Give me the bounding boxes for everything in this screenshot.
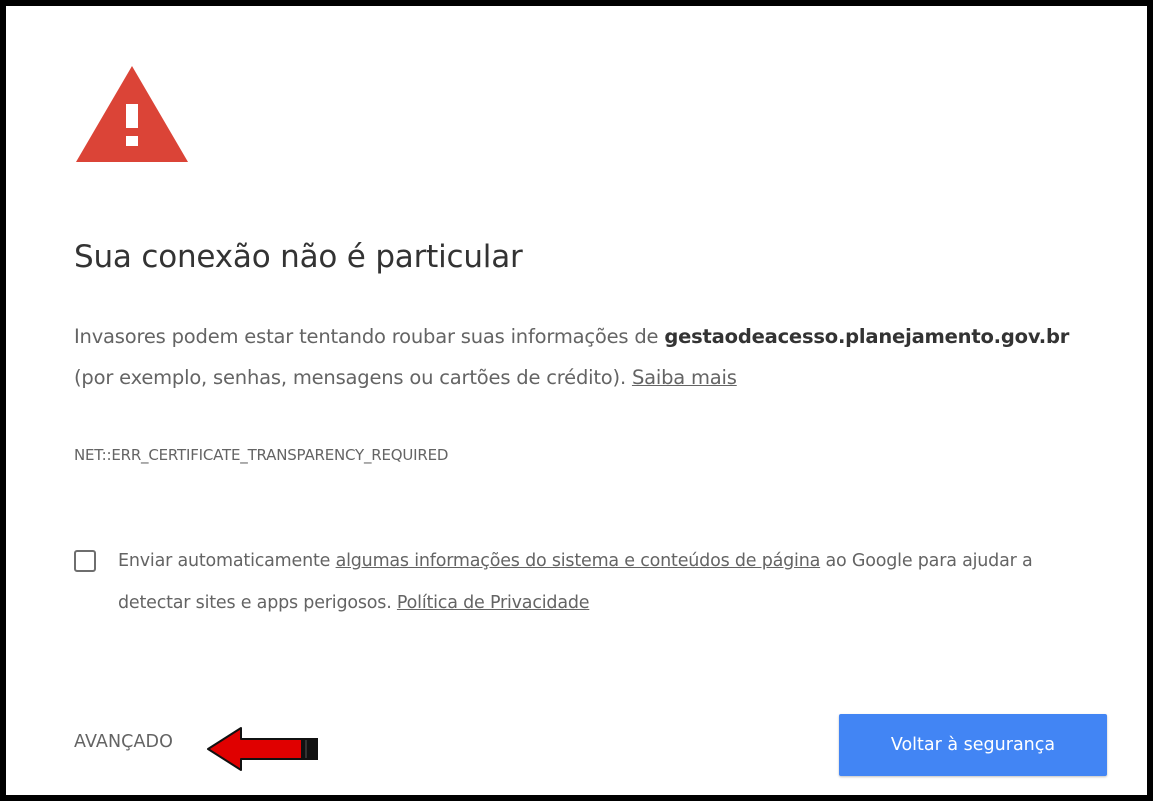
error-code: NET::ERR_CERTIFICATE_TRANSPARENCY_REQUIR…	[74, 446, 449, 464]
red-arrow-pointer-icon	[207, 727, 318, 771]
system-info-link[interactable]: algumas informações do sistema e conteúd…	[336, 551, 821, 571]
report-text-before: Enviar automaticamente	[118, 551, 336, 571]
warning-triangle-icon	[76, 66, 188, 162]
site-domain: gestaodeacesso.planejamento.gov.br	[664, 325, 1070, 348]
report-option: Enviar automaticamente algumas informaçõ…	[74, 544, 1094, 634]
message-details: (por exemplo, senhas, mensagens ou cartõ…	[74, 366, 632, 389]
learn-more-link[interactable]: Saiba mais	[632, 366, 737, 389]
report-option-label: Enviar automaticamente algumas informaçõ…	[118, 540, 1108, 624]
security-message: Invasores podem estar tentando roubar su…	[74, 316, 1094, 398]
privacy-policy-link[interactable]: Política de Privacidade	[397, 593, 590, 613]
advanced-button[interactable]: AVANÇADO	[74, 732, 173, 752]
message-intro: Invasores podem estar tentando roubar su…	[74, 325, 665, 348]
interstitial-page: Sua conexão não é particular Invasores p…	[0, 0, 1153, 801]
back-to-safety-button[interactable]: Voltar à segurança	[839, 714, 1107, 776]
report-checkbox[interactable]	[74, 550, 96, 572]
page-title: Sua conexão não é particular	[74, 239, 523, 275]
